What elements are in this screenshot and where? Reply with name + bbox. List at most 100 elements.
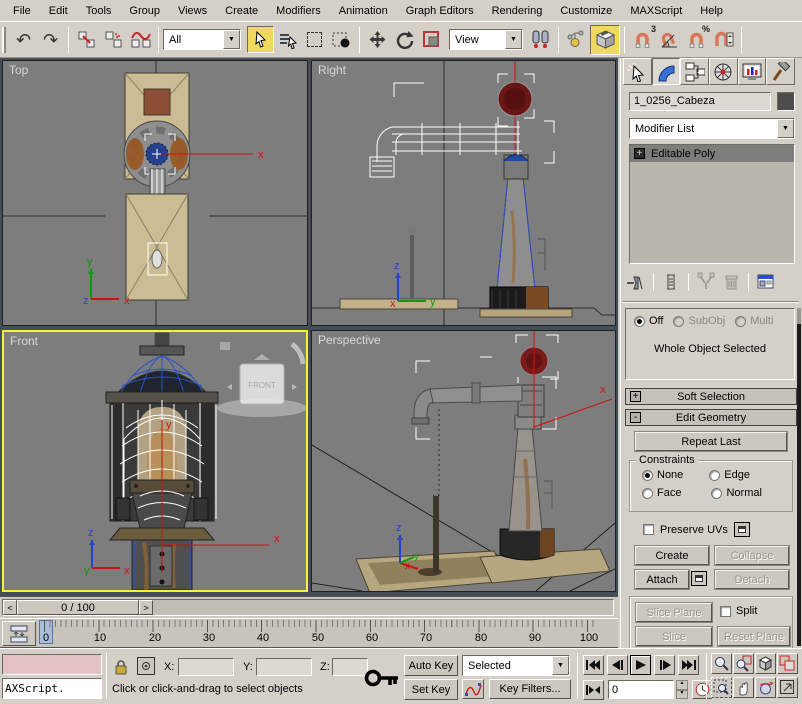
bind-to-space-warp-button[interactable] bbox=[127, 26, 154, 53]
menu-file[interactable]: File bbox=[4, 2, 40, 20]
viewport-front[interactable]: x y FRONT z y x bbox=[2, 330, 308, 592]
spinner-snap-toggle-button[interactable] bbox=[710, 26, 737, 53]
menu-modifiers[interactable]: Modifiers bbox=[267, 2, 330, 20]
undo-button[interactable]: ↶ bbox=[10, 26, 37, 53]
preserve-uvs-settings-button[interactable] bbox=[734, 522, 750, 537]
play-animation-button[interactable] bbox=[630, 655, 651, 675]
collapse-button[interactable]: Collapse bbox=[715, 546, 789, 565]
viewport-perspective[interactable]: x z y x Perspective bbox=[311, 330, 616, 592]
arc-rotate-button[interactable] bbox=[755, 677, 776, 698]
spinner-down-icon[interactable]: ▼ bbox=[676, 690, 688, 700]
radio-off[interactable]: Off bbox=[634, 315, 663, 327]
previous-frame-arrow[interactable]: < bbox=[3, 600, 17, 615]
split-checkbox[interactable] bbox=[720, 606, 731, 617]
menu-tools[interactable]: Tools bbox=[77, 2, 121, 20]
tab-motion[interactable] bbox=[709, 58, 738, 85]
constraint-edge[interactable]: Edge bbox=[709, 469, 750, 481]
create-button[interactable]: Create bbox=[635, 546, 709, 565]
tab-hierarchy[interactable] bbox=[680, 58, 709, 85]
object-color-swatch[interactable] bbox=[777, 92, 795, 111]
preserve-uvs-checkbox[interactable] bbox=[643, 524, 654, 535]
viewport-top-label[interactable]: Top bbox=[9, 63, 28, 77]
menu-rendering[interactable]: Rendering bbox=[483, 2, 552, 20]
maxscript-mini-listener-pink[interactable] bbox=[2, 654, 102, 675]
maxscript-mini-listener[interactable]: AXScript. bbox=[2, 678, 102, 699]
radio-circle[interactable] bbox=[709, 470, 720, 481]
make-unique-icon[interactable] bbox=[695, 272, 717, 292]
toolbar-grip[interactable] bbox=[2, 27, 6, 53]
detach-button[interactable]: Detach bbox=[715, 570, 789, 589]
radio-subobj-circle[interactable] bbox=[673, 316, 684, 327]
frame-spinner[interactable]: ▲▼ bbox=[676, 680, 688, 699]
slice-button[interactable]: Slice bbox=[636, 627, 712, 646]
go-to-end-button[interactable] bbox=[678, 655, 699, 675]
radio-subobj[interactable]: SubObj bbox=[673, 315, 725, 327]
time-slider-track[interactable]: < 0 / 100 > bbox=[2, 599, 614, 616]
next-frame-button[interactable] bbox=[654, 655, 675, 675]
track-bar[interactable]: 0 10 20 30 40 50 60 70 80 90 100 bbox=[0, 618, 618, 648]
constraint-normal[interactable]: Normal bbox=[711, 487, 761, 499]
unlink-selection-button[interactable] bbox=[100, 26, 127, 53]
remove-modifier-icon[interactable] bbox=[720, 272, 742, 292]
z-coord-field[interactable] bbox=[332, 658, 368, 676]
rollout-collapse-icon[interactable]: - bbox=[630, 412, 641, 423]
key-filters-button[interactable]: Key Filters... bbox=[489, 679, 571, 699]
viewport-perspective-label[interactable]: Perspective bbox=[318, 333, 381, 347]
radio-circle[interactable] bbox=[642, 488, 653, 499]
pin-stack-icon[interactable] bbox=[625, 272, 647, 292]
constraint-none[interactable]: None bbox=[642, 469, 683, 481]
menu-help[interactable]: Help bbox=[691, 2, 732, 20]
radio-multi[interactable]: Multi bbox=[735, 315, 773, 327]
pan-view-button[interactable] bbox=[733, 677, 754, 698]
time-configuration-button[interactable] bbox=[692, 680, 712, 699]
panel-scrollbar[interactable] bbox=[797, 308, 801, 646]
tab-display[interactable] bbox=[738, 58, 767, 85]
set-keys-key-icon[interactable] bbox=[364, 659, 402, 695]
menu-animation[interactable]: Animation bbox=[330, 2, 397, 20]
viewport-right-label[interactable]: Right bbox=[318, 63, 346, 77]
set-key-button[interactable]: Set Key bbox=[404, 679, 458, 700]
rollout-edit-geometry[interactable]: - Edit Geometry bbox=[625, 409, 797, 426]
tab-utilities[interactable] bbox=[766, 58, 795, 85]
time-slider-handle[interactable]: 0 / 100 bbox=[17, 600, 139, 615]
slice-plane-button[interactable]: Slice Plane bbox=[636, 603, 712, 622]
rectangular-selection-region-button[interactable] bbox=[301, 26, 328, 53]
key-mode-toggle-button[interactable] bbox=[583, 680, 604, 700]
snaps-toggle-button[interactable] bbox=[590, 25, 620, 55]
y-coord-field[interactable] bbox=[256, 658, 312, 676]
radio-multi-circle[interactable] bbox=[735, 316, 746, 327]
expand-icon[interactable]: + bbox=[634, 148, 645, 159]
zoom-region-button[interactable] bbox=[711, 677, 732, 698]
spinner-up-icon[interactable]: ▲ bbox=[676, 680, 688, 690]
select-and-move-button[interactable] bbox=[364, 26, 391, 53]
menu-maxscript[interactable]: MAXScript bbox=[621, 2, 691, 20]
radio-circle[interactable] bbox=[711, 488, 722, 499]
select-by-name-button[interactable] bbox=[274, 26, 301, 53]
selection-filter-dropdown[interactable]: All ▼ bbox=[163, 29, 241, 50]
modifier-list-dropdown[interactable]: Modifier List ▼ bbox=[629, 118, 795, 139]
menu-create[interactable]: Create bbox=[216, 2, 267, 20]
viewport-front-label[interactable]: Front bbox=[10, 334, 38, 348]
viewport-top[interactable]: x y z x Top bbox=[2, 60, 308, 326]
select-and-manipulate-button[interactable] bbox=[563, 26, 590, 53]
select-and-scale-button[interactable] bbox=[418, 26, 445, 53]
constraint-face[interactable]: Face bbox=[642, 487, 681, 499]
min-max-toggle-button[interactable] bbox=[777, 677, 798, 698]
zoom-all-button[interactable] bbox=[733, 653, 754, 674]
tab-modify[interactable] bbox=[652, 58, 681, 85]
auto-key-button[interactable]: Auto Key bbox=[404, 655, 458, 676]
viewport-right[interactable]: z x y Right bbox=[311, 60, 616, 326]
menu-group[interactable]: Group bbox=[120, 2, 169, 20]
percent-snap-toggle-button[interactable]: % bbox=[683, 26, 710, 53]
attach-button[interactable]: Attach bbox=[635, 570, 689, 589]
x-coord-field[interactable] bbox=[178, 658, 234, 676]
select-and-link-button[interactable] bbox=[73, 26, 100, 53]
zoom-extents-all-button[interactable] bbox=[777, 653, 798, 674]
configure-modifier-sets-icon[interactable] bbox=[755, 272, 777, 292]
select-object-button[interactable] bbox=[247, 26, 274, 53]
menu-customize[interactable]: Customize bbox=[551, 2, 621, 20]
angle-snap-toggle-button[interactable]: 3 bbox=[629, 26, 656, 53]
zoom-extents-button[interactable] bbox=[755, 653, 776, 674]
previous-frame-button[interactable] bbox=[607, 655, 628, 675]
show-end-result-icon[interactable] bbox=[660, 272, 682, 292]
